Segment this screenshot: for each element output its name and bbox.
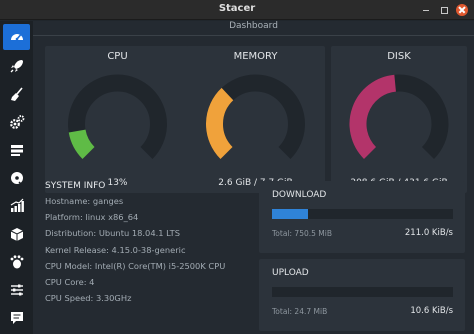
gears-icon xyxy=(9,115,24,129)
upload-speed: 10.6 KiB/s xyxy=(410,306,453,316)
package-icon xyxy=(10,228,23,241)
sysinfo-hostname: Hostname: ganges xyxy=(45,196,124,206)
sidebar-item-apt-repository[interactable] xyxy=(3,221,30,247)
sidebar-item-resources[interactable] xyxy=(3,193,30,219)
sysinfo-cpu-core: CPU Core: 4 xyxy=(45,276,95,287)
dashboard-panel: Dashboard CPU 13% MEMORY 2.6 GiB / 7.7 G… xyxy=(33,21,474,334)
processes-icon xyxy=(10,145,23,156)
sysinfo-platform: Platform: linux x86_64 xyxy=(45,212,139,223)
disk-gauge xyxy=(349,74,449,159)
sidebar xyxy=(0,21,33,334)
bar-chart-icon xyxy=(10,198,24,212)
sysinfo-distribution: Distribution: Ubuntu 18.04.1 LTS xyxy=(45,228,180,239)
disk-gauge-card: DISK 208.6 GiB / 431.6 GiB xyxy=(331,46,467,193)
title-bar: Stacer xyxy=(0,0,474,20)
maximize-button[interactable] xyxy=(438,4,450,16)
page-title: Dashboard xyxy=(33,21,474,36)
system-info-heading: SYSTEM INFO xyxy=(45,181,106,191)
window-title: Stacer xyxy=(218,3,256,14)
upload-total: Total: 24.7 MiB xyxy=(272,307,328,316)
memory-gauge xyxy=(206,74,305,159)
disk-label: DISK xyxy=(387,51,411,62)
upload-bar xyxy=(272,287,453,297)
broom-icon xyxy=(10,87,23,101)
system-info: SYSTEM INFO Hostname: ganges Platform: l… xyxy=(45,181,260,309)
sidebar-item-gnome-settings[interactable] xyxy=(3,249,30,275)
download-speed: 211.0 KiB/s xyxy=(404,228,453,238)
minimize-button[interactable] xyxy=(420,4,432,16)
disk-icon xyxy=(10,172,23,186)
sidebar-item-uninstaller[interactable] xyxy=(3,165,30,191)
sysinfo-cpu-model: CPU Model: Intel(R) Core(TM) i5-2500K CP… xyxy=(45,260,226,271)
gauge-value-arc xyxy=(68,129,95,159)
cpu-label: CPU xyxy=(107,51,128,62)
sysinfo-kernel: Kernel Release: 4.15.0-38-generic xyxy=(45,244,186,255)
sidebar-item-feedback[interactable] xyxy=(3,305,30,331)
cpu-gauge xyxy=(68,74,167,159)
sysinfo-cpu-speed: CPU Speed: 3.30GHz xyxy=(45,293,132,304)
sidebar-item-services[interactable] xyxy=(3,109,30,135)
memory-label: MEMORY xyxy=(233,51,278,62)
sidebar-item-startup-apps[interactable] xyxy=(3,53,30,79)
upload-label: UPLOAD xyxy=(272,268,309,278)
download-total: Total: 750.5 MiB xyxy=(272,229,332,238)
chat-icon xyxy=(10,312,23,324)
download-card: DOWNLOAD Total: 750.5 MiB 211.0 KiB/s xyxy=(259,181,465,253)
gauge-value-arc xyxy=(206,87,234,159)
footprint-icon xyxy=(10,255,23,269)
rocket-icon xyxy=(10,60,23,73)
sliders-icon xyxy=(10,284,23,296)
speedometer-icon xyxy=(10,34,23,41)
sidebar-item-settings[interactable] xyxy=(3,277,30,303)
cpu-gauge-card: CPU 13% xyxy=(45,46,190,193)
download-bar-fill xyxy=(272,209,309,219)
sidebar-item-system-cleaner[interactable] xyxy=(3,81,30,107)
download-label: DOWNLOAD xyxy=(272,190,327,200)
download-bar xyxy=(272,209,453,219)
upload-card: UPLOAD Total: 24.7 MiB 10.6 KiB/s xyxy=(259,259,465,331)
sidebar-item-dashboard[interactable] xyxy=(3,24,30,50)
memory-gauge-card: MEMORY 2.6 GiB / 7.7 GiB xyxy=(186,46,325,193)
gauge-value-arc xyxy=(349,74,397,159)
close-button[interactable] xyxy=(456,4,468,16)
sidebar-item-processes[interactable] xyxy=(3,137,30,163)
